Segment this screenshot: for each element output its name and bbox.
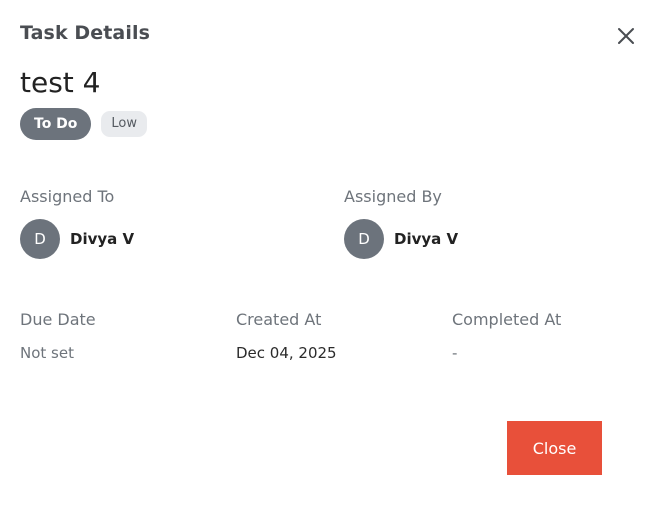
- task-name: test 4: [20, 66, 101, 99]
- due-date-value: Not set: [20, 344, 74, 362]
- close-icon[interactable]: [614, 24, 638, 48]
- assigned-by-name: Divya V: [394, 230, 459, 248]
- assigned-to-label: Assigned To: [20, 187, 115, 206]
- assigned-by-label: Assigned By: [344, 187, 442, 206]
- created-at-value: Dec 04, 2025: [236, 344, 337, 362]
- avatar: D: [20, 219, 60, 259]
- assigned-by-person: D Divya V: [344, 219, 458, 259]
- assigned-to-name: Divya V: [70, 230, 135, 248]
- due-date-label: Due Date: [20, 310, 96, 329]
- completed-at-label: Completed At: [452, 310, 562, 329]
- task-badges: To Do Low: [20, 108, 148, 140]
- close-icon-svg: [618, 28, 634, 44]
- created-at-label: Created At: [236, 310, 322, 329]
- priority-badge: Low: [101, 111, 148, 137]
- completed-at-value: -: [452, 344, 458, 362]
- task-details-modal: Task Details test 4 To Do Low Assigned T…: [0, 0, 646, 511]
- status-badge: To Do: [20, 108, 92, 140]
- avatar: D: [344, 219, 384, 259]
- modal-title: Task Details: [20, 22, 150, 44]
- close-button[interactable]: Close: [507, 421, 602, 475]
- assigned-to-person: D Divya V: [20, 219, 134, 259]
